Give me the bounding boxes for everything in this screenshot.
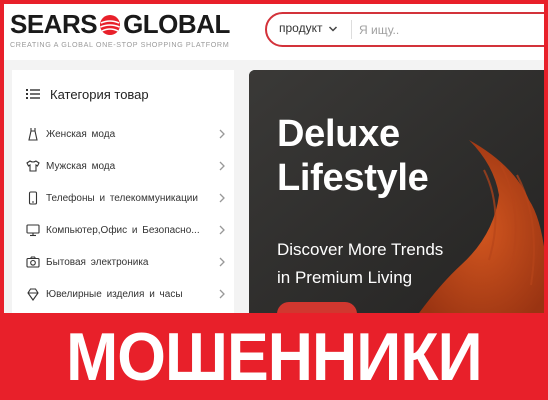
- logo-tagline: CREATING A GLOBAL ONE-STOP SHOPPING PLAT…: [10, 40, 230, 49]
- banner-subtitle-line-2: in Premium Living: [277, 268, 413, 287]
- category-label: Телефоны и телекоммуникации: [46, 192, 198, 204]
- scam-warning-text: МОШЕННИКИ: [66, 318, 482, 395]
- chevron-right-icon: [219, 129, 225, 139]
- category-item-mens-fashion[interactable]: Мужская мода: [12, 150, 234, 182]
- category-item-phones[interactable]: Телефоны и телекоммуникации: [12, 182, 234, 214]
- category-label: Женская мода: [46, 128, 116, 140]
- list-icon: [26, 89, 40, 99]
- phone-icon: [28, 191, 38, 205]
- banner-title-line-2: Lifestyle: [277, 157, 429, 199]
- globe-icon: [100, 15, 121, 35]
- scam-warning-banner: МОШЕННИКИ: [0, 313, 548, 400]
- banner-title: Deluxe Lifestyle: [277, 112, 429, 200]
- web-page: SEARS GLOBAL CREATING A GLOBAL ONE-STOP …: [0, 0, 548, 313]
- search-category-select[interactable]: продукт: [279, 21, 322, 35]
- logo[interactable]: SEARS GLOBAL CREATING A GLOBAL ONE-STOP …: [10, 10, 250, 50]
- computer-icon: [26, 224, 40, 237]
- category-item-computers[interactable]: Компьютер,Офис и Безопасно...: [12, 214, 234, 246]
- sidebar-header: Категория товар: [26, 84, 149, 104]
- category-item-womens-fashion[interactable]: Женская мода: [12, 118, 234, 150]
- banner-subtitle: Discover More Trends in Premium Living: [277, 236, 443, 292]
- banner-cta-button[interactable]: [277, 302, 357, 313]
- category-item-electronics[interactable]: Бытовая электроника: [12, 246, 234, 278]
- category-list: Женская мода Мужская мода Телефоны и тел…: [12, 118, 234, 310]
- banner-title-line-1: Deluxe: [277, 113, 400, 155]
- chevron-right-icon: [219, 289, 225, 299]
- category-item-jewelry[interactable]: Ювелирные изделия и часы: [12, 278, 234, 310]
- banner-subtitle-line-1: Discover More Trends: [277, 240, 444, 259]
- dress-icon: [28, 128, 38, 141]
- category-label: Бытовая электроника: [46, 256, 149, 268]
- category-label: Мужская мода: [46, 160, 116, 172]
- search-input[interactable]: [359, 20, 548, 40]
- category-label: Компьютер,Офис и Безопасно...: [46, 224, 200, 236]
- jewelry-icon: [27, 288, 39, 301]
- logo-wordmark: SEARS GLOBAL: [10, 10, 230, 38]
- category-sidebar: Категория товар Женская мода Мужская мод…: [12, 70, 234, 313]
- chevron-right-icon: [219, 193, 225, 203]
- camera-icon: [26, 256, 40, 268]
- hero-banner[interactable]: Deluxe Lifestyle Discover More Trends in…: [249, 70, 548, 313]
- sidebar-title: Категория товар: [50, 86, 149, 102]
- chevron-right-icon: [219, 161, 225, 171]
- chevron-right-icon: [219, 225, 225, 235]
- search-divider: [351, 20, 352, 39]
- shirt-icon: [26, 160, 40, 172]
- logo-word-left: SEARS: [10, 9, 98, 39]
- search-bar: продукт: [265, 12, 548, 47]
- site-header: SEARS GLOBAL CREATING A GLOBAL ONE-STOP …: [0, 0, 548, 60]
- frame-edge-top: [0, 0, 548, 4]
- logo-word-right: GLOBAL: [123, 9, 230, 39]
- category-label: Ювелирные изделия и часы: [46, 288, 183, 300]
- chevron-right-icon: [219, 257, 225, 267]
- chevron-down-icon[interactable]: [327, 23, 339, 35]
